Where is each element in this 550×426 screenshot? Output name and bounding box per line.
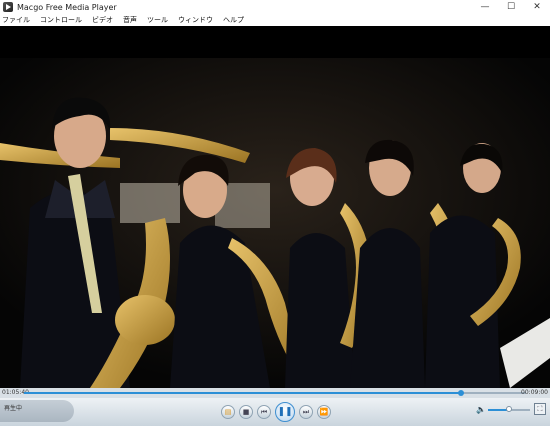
volume-handle[interactable] — [506, 406, 512, 412]
window-controls: — ☐ ✕ — [472, 0, 550, 14]
menu-help[interactable]: ヘルプ — [223, 15, 244, 25]
seek-handle[interactable] — [457, 390, 464, 396]
fullscreen-icon[interactable]: ⛶ — [534, 403, 546, 415]
title-bar: Macgo Free Media Player — ☐ ✕ — [0, 0, 550, 14]
seek-track[interactable] — [24, 390, 526, 396]
video-frame-illustration — [0, 58, 550, 388]
volume-slider[interactable] — [488, 406, 530, 412]
seek-bar[interactable]: 01:05:40 00:09:00 — [0, 388, 550, 398]
menu-audio[interactable]: 音声 — [123, 15, 137, 25]
menu-file[interactable]: ファイル — [2, 15, 30, 25]
stop-icon[interactable]: ■ — [239, 405, 253, 419]
menu-bar: ファイル コントロール ビデオ 音声 ツール ウィンドウ ヘルプ — [0, 14, 550, 26]
menu-window[interactable]: ウィンドウ — [178, 15, 213, 25]
window-title: Macgo Free Media Player — [17, 2, 117, 12]
minimize-button[interactable]: — — [472, 0, 498, 14]
menu-video[interactable]: ビデオ — [92, 15, 113, 25]
maximize-button[interactable]: ☐ — [498, 0, 524, 14]
total-time: 00:09:00 — [521, 389, 548, 396]
close-button[interactable]: ✕ — [524, 0, 550, 14]
fast-forward-icon[interactable]: ⏩ — [317, 405, 331, 419]
concert-video-frame — [0, 58, 550, 388]
control-bar: 再生中 ▤ ■ ⏮ ❚❚ ⏭ ⏩ 🔈 ⛶ — [0, 398, 550, 426]
open-folder-icon[interactable]: ▤ — [221, 405, 235, 419]
next-icon[interactable]: ⏭ — [299, 405, 313, 419]
status-label: 再生中 — [0, 400, 74, 422]
playback-controls: ▤ ■ ⏮ ❚❚ ⏭ ⏩ — [221, 402, 335, 422]
menu-control[interactable]: コントロール — [40, 15, 82, 25]
previous-icon[interactable]: ⏮ — [257, 405, 271, 419]
menu-tools[interactable]: ツール — [147, 15, 168, 25]
play-app-icon — [3, 2, 13, 12]
seek-progress — [24, 392, 461, 394]
pause-icon[interactable]: ❚❚ — [275, 402, 295, 422]
video-area[interactable] — [0, 26, 550, 388]
speaker-icon[interactable]: 🔈 — [476, 405, 486, 414]
